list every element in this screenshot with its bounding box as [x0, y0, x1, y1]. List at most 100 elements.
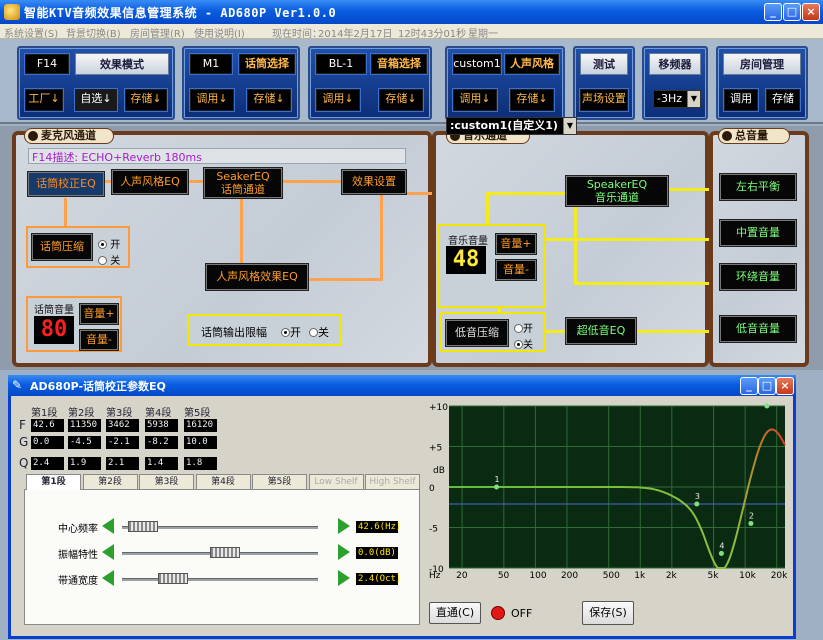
- eq-f-cell[interactable]: 11350: [68, 419, 101, 432]
- date-text: 2014年2月17日: [318, 29, 393, 40]
- menu-system[interactable]: 系统设置(S): [4, 25, 58, 40]
- tab-band-6[interactable]: Low Shelf: [308, 474, 364, 490]
- factory-button[interactable]: 工厂↓: [24, 88, 64, 112]
- tab-band-1[interactable]: 第1段: [26, 474, 81, 490]
- eq-g-cell[interactable]: -4.5: [68, 436, 101, 449]
- eq-column-header: 第4段: [145, 408, 172, 419]
- sound-field-button[interactable]: 声场设置: [579, 88, 629, 112]
- voice-store-button[interactable]: 存储↓: [509, 88, 555, 112]
- arrow-left-icon[interactable]: [102, 570, 114, 586]
- mic-volume-up-button[interactable]: 音量+: [80, 304, 118, 324]
- x-tick-label: 10k: [739, 571, 756, 580]
- sub-bass-eq-node[interactable]: 超低音EQ: [566, 318, 636, 344]
- speaker-recall-button[interactable]: 调用↓: [315, 88, 361, 112]
- mic-volume-down-button[interactable]: 音量-: [80, 330, 118, 350]
- room-group: 房间管理 调用 存储: [716, 46, 808, 120]
- music-speaker-eq-node[interactable]: SpeakerEQ 音乐通道: [566, 176, 668, 206]
- eq-maximize-button[interactable]: □: [758, 377, 776, 395]
- voice-style-select[interactable]: :custom1(自定义1) ▼: [446, 117, 577, 135]
- eq-f-cell[interactable]: 16120: [184, 419, 217, 432]
- eq-q-cell[interactable]: 1.4: [145, 457, 178, 470]
- voice-style-group: custom1 人声风格 调用↓ 存储↓: [445, 46, 565, 120]
- x-tick-label: 2k: [666, 571, 678, 580]
- eq-f-cell[interactable]: 3462: [106, 419, 139, 432]
- music-volume-up-button[interactable]: 音量+: [496, 234, 536, 254]
- eq-g-cell[interactable]: 0.0: [31, 436, 64, 449]
- eq-band-point: [494, 484, 500, 490]
- y-tick-labels: +10+50-5-10dB: [429, 403, 448, 575]
- voice-recall-button[interactable]: 调用↓: [452, 88, 498, 112]
- eq-minimize-button[interactable]: _: [740, 377, 758, 395]
- limiter-on-option[interactable]: 开: [281, 324, 301, 340]
- save-button[interactable]: 保存(S): [582, 601, 634, 625]
- balance-node[interactable]: 左右平衡: [720, 174, 796, 200]
- mic-speaker-eq-node[interactable]: SeakerEQ 话筒通道: [204, 168, 282, 198]
- eq-q-cell[interactable]: 2.4: [31, 457, 64, 470]
- tab-band-7[interactable]: High Shelf: [365, 474, 420, 490]
- x-tick-label: 50: [498, 571, 510, 580]
- mic-volume-label: 话筒音量: [34, 305, 74, 316]
- tab-band-5[interactable]: 第5段: [252, 474, 307, 490]
- top-control-band: F14 效果模式 工厂↓ 自选↓ 存储↓ M1 话筒选择 调用↓ 存储↓ BL-…: [0, 39, 823, 124]
- custom-button[interactable]: 自选↓: [74, 88, 118, 112]
- freq-shift-select[interactable]: -3Hz ▼: [653, 90, 701, 108]
- eq-q-cell[interactable]: 1.9: [68, 457, 101, 470]
- eq-g-cell[interactable]: 10.0: [184, 436, 217, 449]
- music-volume-down-button[interactable]: 音量-: [496, 260, 536, 280]
- menu-bar: 系统设置(S) 背景切换(B) 房间管理(R) 使用说明(I) 现在时间： 20…: [0, 24, 823, 40]
- compress-on-option[interactable]: 开: [98, 236, 120, 251]
- surround-volume-node[interactable]: 环绕音量: [720, 264, 796, 290]
- arrow-left-icon[interactable]: [102, 518, 114, 534]
- bass-volume-node[interactable]: 低音音量: [720, 316, 796, 342]
- eq-q-cell[interactable]: 2.1: [106, 457, 139, 470]
- eq-q-cell[interactable]: 1.8: [184, 457, 217, 470]
- tab-band-3[interactable]: 第3段: [139, 474, 194, 490]
- gain-knob[interactable]: [210, 547, 240, 558]
- tab-band-4[interactable]: 第4段: [195, 474, 251, 490]
- center-freq-knob[interactable]: [128, 521, 158, 532]
- room-recall-button[interactable]: 调用: [723, 88, 759, 112]
- bass-on-option[interactable]: 开: [514, 320, 533, 335]
- menu-help[interactable]: 使用说明(I): [194, 25, 245, 40]
- eq-column-header: 第1段: [31, 408, 58, 419]
- arrow-right-icon[interactable]: [338, 518, 350, 534]
- eq-f-cell[interactable]: 5938: [145, 419, 178, 432]
- limiter-off-option[interactable]: 关: [309, 324, 329, 340]
- compress-off-option[interactable]: 关: [98, 252, 120, 267]
- minimize-button[interactable]: _: [764, 3, 782, 21]
- bass-off-option[interactable]: 关: [514, 336, 533, 351]
- eq-f-cell[interactable]: 42.6: [31, 419, 64, 432]
- bandwidth-knob[interactable]: [158, 573, 188, 584]
- master-header: 总音量: [718, 128, 790, 144]
- mode-store-button[interactable]: 存储↓: [124, 88, 168, 112]
- menu-room[interactable]: 房间管理(R): [130, 25, 185, 40]
- eq-g-cell[interactable]: -2.1: [106, 436, 139, 449]
- mic-eq-node[interactable]: 话筒校正EQ: [28, 172, 104, 196]
- mic-compress-button[interactable]: 话筒压缩: [32, 234, 92, 260]
- arrow-right-icon[interactable]: [338, 544, 350, 560]
- bandwidth-slider[interactable]: [122, 578, 318, 581]
- speaker-select-label: 音箱选择: [370, 53, 428, 75]
- x-tick-label: 100: [529, 571, 546, 580]
- arrow-right-icon[interactable]: [338, 570, 350, 586]
- maximize-button[interactable]: □: [783, 3, 801, 21]
- room-store-button[interactable]: 存储: [765, 88, 801, 112]
- eq-g-cell[interactable]: -8.2: [145, 436, 178, 449]
- bass-compress-button[interactable]: 低音压缩: [446, 320, 508, 346]
- close-button[interactable]: ×: [802, 3, 820, 21]
- voice-style-eq-node[interactable]: 人声风格EQ: [112, 170, 188, 194]
- tab-band-2[interactable]: 第2段: [82, 474, 138, 490]
- eq-close-button[interactable]: ×: [776, 377, 794, 395]
- voice-effect-eq-node[interactable]: 人声风格效果EQ: [206, 264, 308, 290]
- center-volume-node[interactable]: 中置音量: [720, 220, 796, 246]
- y-tick-label: 0: [429, 484, 435, 494]
- bypass-button[interactable]: 直通(C): [429, 602, 481, 624]
- test-group: 测试 声场设置: [573, 46, 635, 120]
- menu-background[interactable]: 背景切换(B): [66, 25, 121, 40]
- speaker-store-button[interactable]: 存储↓: [378, 88, 424, 112]
- mic-recall-button[interactable]: 调用↓: [189, 88, 235, 112]
- arrow-left-icon[interactable]: [102, 544, 114, 560]
- radio-off-icon: [514, 324, 523, 333]
- effect-settings-node[interactable]: 效果设置: [342, 170, 406, 194]
- mic-store-button[interactable]: 存储↓: [246, 88, 292, 112]
